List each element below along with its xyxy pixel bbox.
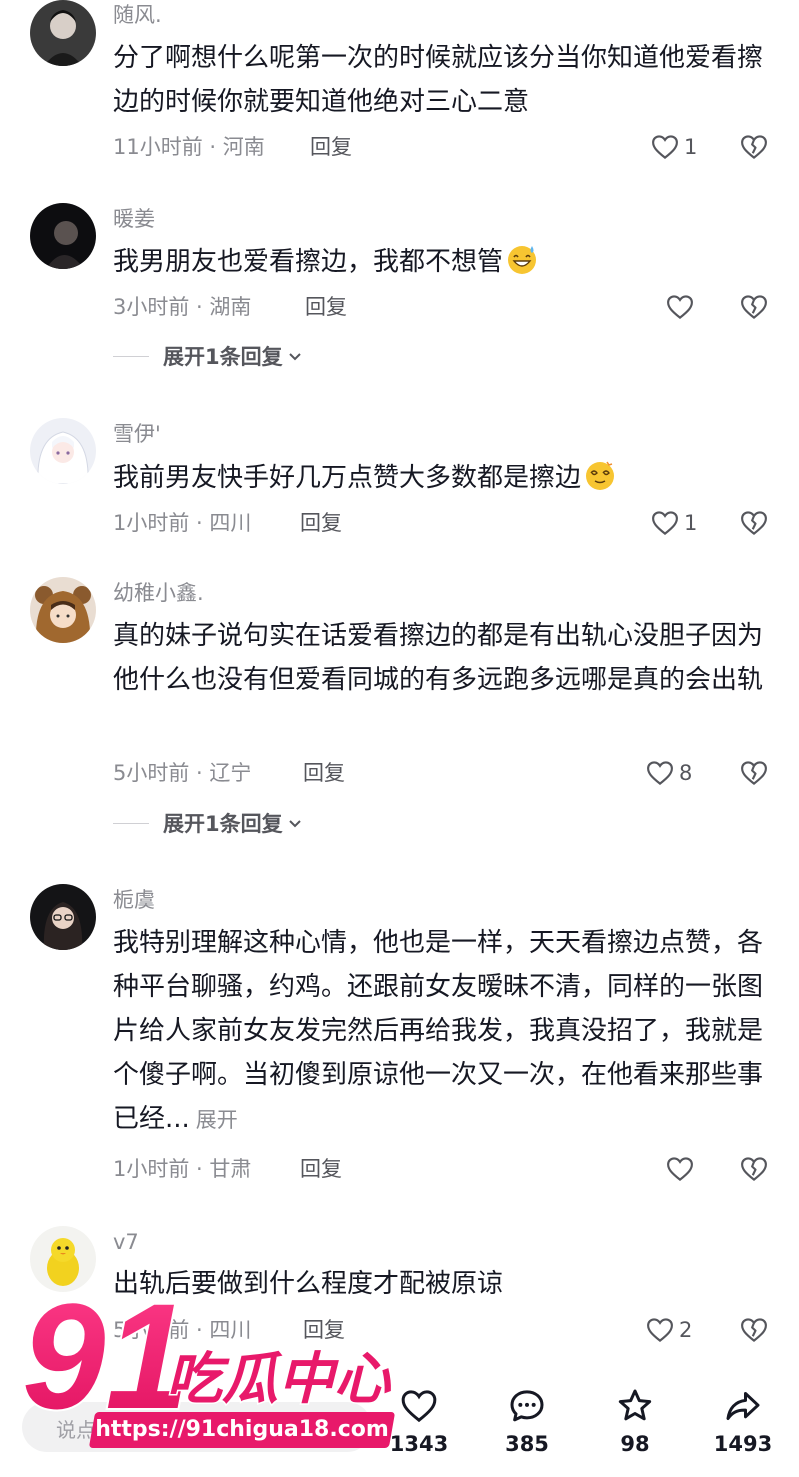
broken-heart-icon xyxy=(741,1157,767,1181)
comment-username[interactable]: 随风. xyxy=(113,2,162,28)
heart-icon xyxy=(652,135,678,159)
share-action-button[interactable]: 1493 xyxy=(703,1386,783,1456)
dislike-button[interactable] xyxy=(739,1314,769,1346)
heart-icon xyxy=(647,1318,673,1342)
dislike-button[interactable] xyxy=(739,291,769,323)
like-button[interactable]: 1 xyxy=(650,131,697,163)
heart-icon xyxy=(401,1390,437,1423)
broken-heart-icon xyxy=(741,135,767,159)
comment-time-location: 1小时前 · 四川 xyxy=(113,511,252,535)
reply-button[interactable]: 回复 xyxy=(300,509,342,537)
dislike-button[interactable] xyxy=(739,1153,769,1185)
comment-text[interactable]: 出轨后要做到什么程度才配被原谅 xyxy=(113,1262,773,1306)
like-button[interactable] xyxy=(665,291,695,323)
dizzy-face-emoji-icon xyxy=(586,461,615,490)
dislike-button[interactable] xyxy=(739,757,769,789)
comment-username[interactable]: v7 xyxy=(113,1229,139,1255)
comment-text-content: 我特别理解这种心情，他也是一样，天天看擦边点赞，各种平台聊骚，约鸡。还跟前女友暧… xyxy=(113,928,764,1134)
avatar[interactable] xyxy=(30,418,96,484)
avatar[interactable] xyxy=(30,0,96,66)
watermark-url: https://91chigua18.com xyxy=(95,1417,389,1442)
heart-icon xyxy=(647,761,673,785)
comment-text[interactable]: 分了啊想什么呢第一次的时候就应该分当你知道他爱看擦边的时候你就要知道他绝对三心二… xyxy=(113,36,773,124)
reply-button[interactable]: 回复 xyxy=(303,1316,345,1344)
like-count: 1 xyxy=(684,135,698,159)
chevron-down-icon xyxy=(288,353,301,361)
like-count: 1 xyxy=(684,511,698,535)
reply-button[interactable]: 回复 xyxy=(300,1155,342,1183)
broken-heart-icon xyxy=(741,511,767,535)
broken-heart-icon xyxy=(741,295,767,319)
favorite-total: 98 xyxy=(620,1432,650,1456)
like-button[interactable] xyxy=(665,1153,695,1185)
reply-button[interactable]: 回复 xyxy=(303,759,345,787)
broken-heart-icon xyxy=(741,1318,767,1342)
like-count: 2 xyxy=(679,1318,693,1342)
comment-time-location: 11小时前 · 河南 xyxy=(113,135,265,159)
heart-icon xyxy=(652,511,678,535)
avatar[interactable] xyxy=(30,1226,96,1292)
like-button[interactable]: 1 xyxy=(650,507,697,539)
comment-time-location: 3小时前 · 湖南 xyxy=(113,295,252,319)
expand-replies-button[interactable]: 展开1条回复 xyxy=(113,341,303,371)
avatar[interactable] xyxy=(30,884,96,950)
comment-action-button[interactable]: 385 xyxy=(487,1386,567,1456)
dislike-button[interactable] xyxy=(739,507,769,539)
watermark-url-badge: https://91chigua18.com xyxy=(88,1412,396,1448)
like-count: 8 xyxy=(679,761,693,785)
dislike-button[interactable] xyxy=(739,131,769,163)
comment-username[interactable]: 暖姜 xyxy=(113,206,155,232)
comment-username[interactable]: 幼稚小鑫. xyxy=(113,580,204,606)
avatar[interactable] xyxy=(30,203,96,269)
heart-icon xyxy=(667,295,693,319)
favorite-action-button[interactable]: 98 xyxy=(595,1386,675,1456)
comment-username[interactable]: 雪伊' xyxy=(113,421,161,447)
comment-username[interactable]: 栀虞 xyxy=(113,887,155,913)
reply-button[interactable]: 回复 xyxy=(310,133,352,161)
comment-text[interactable]: 我男朋友也爱看擦边，我都不想管 xyxy=(113,240,773,284)
comment-text[interactable]: 真的妹子说句实在话爱看擦边的都是有出轨心没胆子因为他什么也没有但爱看同城的有多远… xyxy=(113,614,773,702)
expand-replies-label: 展开1条回复 xyxy=(163,812,283,836)
like-button[interactable]: 8 xyxy=(645,757,692,789)
divider xyxy=(113,355,149,357)
comment-time-location: 5小时前 · 四川 xyxy=(113,1318,252,1342)
comment-text[interactable]: 我前男友快手好几万点赞大多数都是擦边 xyxy=(113,456,773,500)
divider xyxy=(113,822,149,824)
expand-replies-label: 展开1条回复 xyxy=(163,345,283,369)
like-button[interactable]: 2 xyxy=(645,1314,692,1346)
share-total: 1493 xyxy=(713,1432,773,1456)
comment-text-content: 我前男友快手好几万点赞大多数都是擦边 xyxy=(113,463,582,493)
comment-time-location: 5小时前 · 辽宁 xyxy=(113,761,252,785)
grinning-sweat-emoji-icon xyxy=(508,246,537,274)
star-icon xyxy=(618,1389,652,1421)
comment-bubble-icon xyxy=(510,1390,544,1422)
comment-text[interactable]: 我特别理解这种心情，他也是一样，天天看擦边点赞，各种平台聊骚，约鸡。还跟前女友暧… xyxy=(113,921,773,1142)
avatar[interactable] xyxy=(30,577,96,643)
heart-icon xyxy=(667,1157,693,1181)
chevron-down-icon xyxy=(288,820,301,828)
share-arrow-icon xyxy=(726,1392,760,1420)
comment-total: 385 xyxy=(505,1432,549,1456)
expand-text-link[interactable]: 展开 xyxy=(196,1108,238,1132)
comment-text-content: 我男朋友也爱看擦边，我都不想管 xyxy=(113,247,504,277)
expand-replies-button[interactable]: 展开1条回复 xyxy=(113,808,303,838)
broken-heart-icon xyxy=(741,761,767,785)
comment-time-location: 1小时前 · 甘肃 xyxy=(113,1157,252,1181)
reply-button[interactable]: 回复 xyxy=(305,293,347,321)
